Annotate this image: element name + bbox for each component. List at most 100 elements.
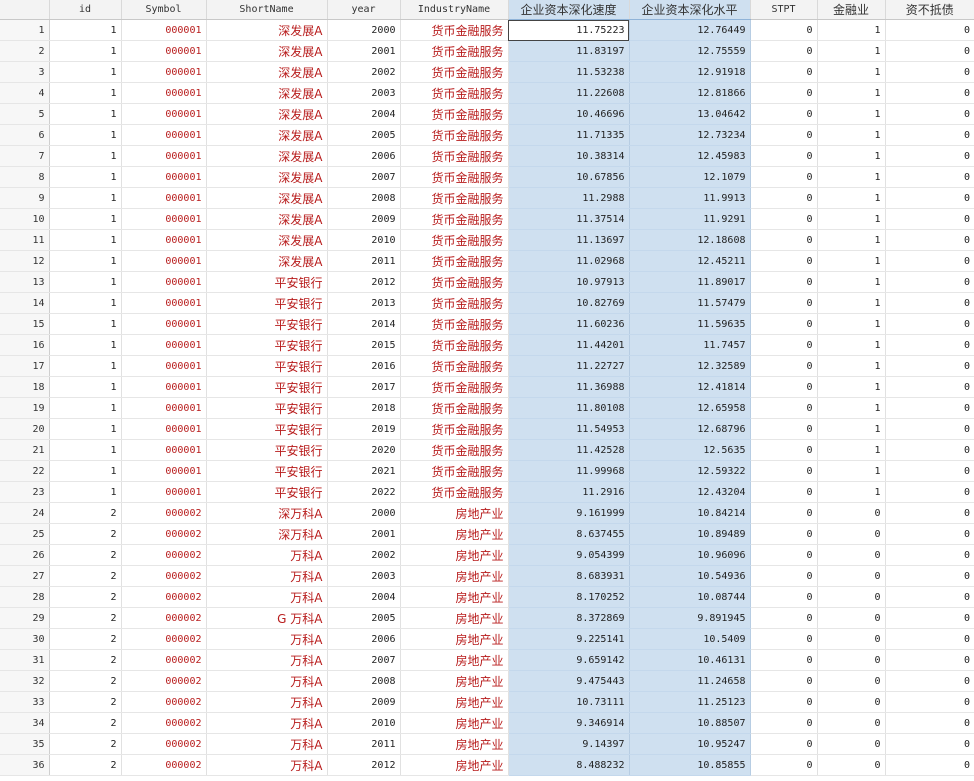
cell-finance[interactable]: 1 (817, 439, 886, 461)
cell-id[interactable]: 2 (49, 712, 122, 734)
cell-symbol[interactable]: 000002 (121, 649, 207, 671)
cell-id[interactable]: 2 (49, 544, 122, 566)
cell-shortname[interactable]: 万科A (206, 628, 328, 650)
cell-industryname[interactable]: 房地产业 (400, 691, 509, 713)
cell-symbol[interactable]: 000001 (121, 418, 207, 440)
cell-stpt[interactable]: 0 (750, 61, 818, 83)
cell-id[interactable]: 1 (49, 439, 122, 461)
cell-id[interactable]: 1 (49, 61, 122, 83)
cell-year[interactable]: 2009 (327, 691, 401, 713)
cell-year[interactable]: 2022 (327, 481, 401, 503)
cell-shortname[interactable]: 万科A (206, 544, 328, 566)
cell-finance[interactable]: 0 (817, 565, 886, 587)
cell-shortname[interactable]: 万科A (206, 691, 328, 713)
cell-capital-deepening-level[interactable]: 10.5409 (629, 628, 751, 650)
cell-year[interactable]: 2012 (327, 754, 401, 776)
cell-stpt[interactable]: 0 (750, 208, 818, 230)
cell-stpt[interactable]: 0 (750, 40, 818, 62)
cell-id[interactable]: 1 (49, 40, 122, 62)
cell-insolvent[interactable]: 0 (885, 61, 974, 83)
table-row[interactable]: 8 1 000001 深发展A 2007 货币金融服务 10.67856 12.1079 0 1 0 (0, 166, 974, 188)
row-number[interactable]: 21 (0, 439, 50, 461)
cell-id[interactable]: 2 (49, 649, 122, 671)
cell-stpt[interactable]: 0 (750, 607, 818, 629)
cell-finance[interactable]: 0 (817, 691, 886, 713)
cell-industryname[interactable]: 货币金融服务 (400, 187, 509, 209)
cell-capital-deepening-speed[interactable]: 11.2916 (508, 481, 630, 503)
row-number[interactable]: 11 (0, 229, 50, 251)
cell-industryname[interactable]: 货币金融服务 (400, 376, 509, 398)
cell-industryname[interactable]: 货币金融服务 (400, 439, 509, 461)
cell-symbol[interactable]: 000002 (121, 628, 207, 650)
cell-capital-deepening-speed[interactable]: 11.37514 (508, 208, 630, 230)
cell-id[interactable]: 2 (49, 754, 122, 776)
cell-insolvent[interactable]: 0 (885, 124, 974, 146)
cell-finance[interactable]: 1 (817, 61, 886, 83)
cell-shortname[interactable]: 深发展A (206, 250, 328, 272)
cell-stpt[interactable]: 0 (750, 19, 818, 41)
cell-insolvent[interactable]: 0 (885, 355, 974, 377)
cell-capital-deepening-level[interactable]: 9.891945 (629, 607, 751, 629)
cell-insolvent[interactable]: 0 (885, 313, 974, 335)
cell-stpt[interactable]: 0 (750, 523, 818, 545)
cell-id[interactable]: 2 (49, 565, 122, 587)
cell-year[interactable]: 2008 (327, 670, 401, 692)
cell-industryname[interactable]: 货币金融服务 (400, 229, 509, 251)
cell-year[interactable]: 2002 (327, 544, 401, 566)
cell-shortname[interactable]: 深发展A (206, 208, 328, 230)
cell-capital-deepening-speed[interactable]: 8.637455 (508, 523, 630, 545)
cell-shortname[interactable]: 深发展A (206, 19, 328, 41)
cell-symbol[interactable]: 000001 (121, 103, 207, 125)
cell-symbol[interactable]: 000001 (121, 355, 207, 377)
column-header-year[interactable]: year (327, 0, 401, 20)
cell-capital-deepening-speed[interactable]: 11.2988 (508, 187, 630, 209)
cell-stpt[interactable]: 0 (750, 670, 818, 692)
cell-insolvent[interactable]: 0 (885, 523, 974, 545)
cell-finance[interactable]: 0 (817, 628, 886, 650)
cell-stpt[interactable]: 0 (750, 565, 818, 587)
cell-insolvent[interactable]: 0 (885, 334, 974, 356)
table-row[interactable]: 5 1 000001 深发展A 2004 货币金融服务 10.46696 13.04642 0 1… (0, 103, 974, 125)
cell-capital-deepening-level[interactable]: 11.89017 (629, 271, 751, 293)
table-row[interactable]: 20 1 000001 平安银行 2019 货币金融服务 11.54953 12.68796 0… (0, 418, 974, 440)
cell-symbol[interactable]: 000002 (121, 544, 207, 566)
cell-finance[interactable]: 1 (817, 292, 886, 314)
cell-shortname[interactable]: 深发展A (206, 40, 328, 62)
row-number[interactable]: 17 (0, 355, 50, 377)
table-row[interactable]: 18 1 000001 平安银行 2017 货币金融服务 11.36988 12.41814 0… (0, 376, 974, 398)
cell-capital-deepening-level[interactable]: 12.65958 (629, 397, 751, 419)
cell-symbol[interactable]: 000001 (121, 82, 207, 104)
cell-industryname[interactable]: 房地产业 (400, 649, 509, 671)
cell-stpt[interactable]: 0 (750, 628, 818, 650)
cell-industryname[interactable]: 货币金融服务 (400, 313, 509, 335)
cell-finance[interactable]: 0 (817, 607, 886, 629)
cell-symbol[interactable]: 000001 (121, 61, 207, 83)
cell-shortname[interactable]: 平安银行 (206, 313, 328, 335)
cell-insolvent[interactable]: 0 (885, 754, 974, 776)
cell-capital-deepening-level[interactable]: 11.24658 (629, 670, 751, 692)
cell-id[interactable]: 2 (49, 691, 122, 713)
cell-shortname[interactable]: 深发展A (206, 82, 328, 104)
column-header-symbol[interactable]: Symbol (121, 0, 207, 20)
cell-shortname[interactable]: 深发展A (206, 103, 328, 125)
cell-year[interactable]: 2003 (327, 82, 401, 104)
cell-industryname[interactable]: 货币金融服务 (400, 103, 509, 125)
cell-shortname[interactable]: 平安银行 (206, 439, 328, 461)
cell-capital-deepening-speed[interactable]: 9.346914 (508, 712, 630, 734)
table-row[interactable]: 19 1 000001 平安银行 2018 货币金融服务 11.80108 12.65958 0… (0, 397, 974, 419)
cell-symbol[interactable]: 000001 (121, 376, 207, 398)
cell-finance[interactable]: 0 (817, 670, 886, 692)
cell-capital-deepening-speed[interactable]: 8.372869 (508, 607, 630, 629)
row-number[interactable]: 23 (0, 481, 50, 503)
cell-id[interactable]: 2 (49, 733, 122, 755)
cell-id[interactable]: 2 (49, 670, 122, 692)
cell-finance[interactable]: 1 (817, 82, 886, 104)
cell-industryname[interactable]: 货币金融服务 (400, 397, 509, 419)
row-number[interactable]: 2 (0, 40, 50, 62)
cell-industryname[interactable]: 货币金融服务 (400, 355, 509, 377)
cell-capital-deepening-level[interactable]: 10.84214 (629, 502, 751, 524)
cell-stpt[interactable]: 0 (750, 691, 818, 713)
cell-finance[interactable]: 1 (817, 481, 886, 503)
row-number[interactable]: 25 (0, 523, 50, 545)
cell-insolvent[interactable]: 0 (885, 649, 974, 671)
